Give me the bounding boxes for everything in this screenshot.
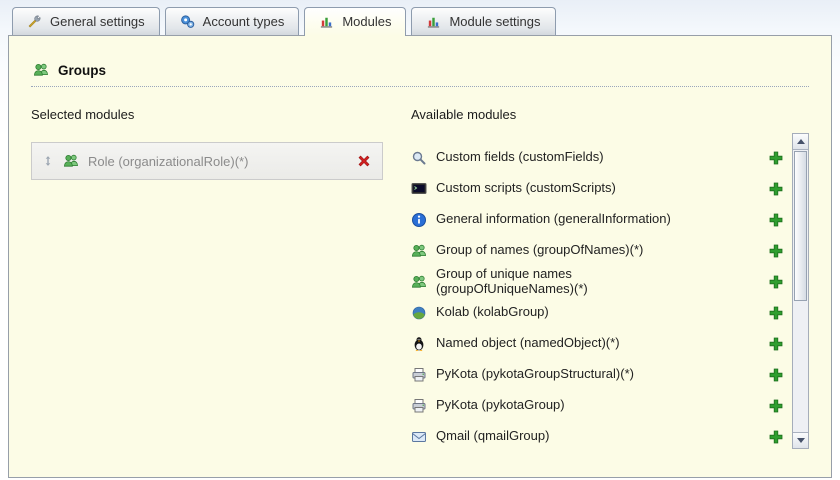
modules-panel: Groups Selected modules Role (organizati… [8, 35, 832, 478]
tab-modules[interactable]: Modules [304, 7, 407, 36]
printer-icon [411, 367, 427, 383]
tab-label: Module settings [449, 14, 541, 29]
available-modules-scrollbar[interactable] [792, 133, 809, 449]
chart-icon [319, 14, 334, 29]
available-module-row: Named object (namedObject)(*) [411, 328, 784, 359]
available-module-label: Group of unique names (groupOfUniqueName… [436, 265, 588, 296]
tools-icon [27, 14, 42, 29]
tab-module-settings[interactable]: Module settings [411, 7, 556, 35]
selected-module-label: Role (organizationalRole)(*) [88, 153, 249, 169]
add-module-icon[interactable] [768, 398, 784, 414]
group-icon [411, 274, 427, 290]
tab-label: General settings [50, 14, 145, 29]
available-module-row: Group of names (groupOfNames)(*) [411, 235, 784, 266]
available-module-label: Custom fields (customFields) [436, 149, 604, 165]
tab-account-types[interactable]: Account types [164, 7, 300, 35]
available-module-label: Custom scripts (customScripts) [436, 180, 616, 196]
penguin-icon [411, 336, 427, 352]
scrollbar-track[interactable] [793, 150, 808, 432]
add-module-icon[interactable] [768, 212, 784, 228]
section-header: Groups [31, 50, 809, 87]
add-module-icon[interactable] [768, 367, 784, 383]
info-icon [411, 212, 427, 228]
available-module-row: Qmail (qmailGroup) [411, 421, 784, 452]
remove-module-icon[interactable] [356, 153, 372, 169]
mail-icon [411, 429, 427, 445]
add-module-icon[interactable] [768, 181, 784, 197]
drag-handle-icon[interactable] [42, 154, 54, 168]
tab-label: Modules [342, 14, 392, 29]
available-module-label: Group of names (groupOfNames)(*) [436, 242, 644, 258]
available-module-row: Custom fields (customFields) [411, 142, 784, 173]
add-module-icon[interactable] [768, 336, 784, 352]
group-icon [411, 243, 427, 259]
available-module-row: Kolab (kolabGroup) [411, 297, 784, 328]
kolab-icon [411, 305, 427, 321]
available-module-label: Kolab (kolabGroup) [436, 304, 549, 320]
add-module-icon[interactable] [768, 150, 784, 166]
gears-icon [180, 14, 195, 29]
magnifier-icon [411, 150, 427, 166]
group-icon [63, 153, 79, 169]
available-module-row: PyKota (pykotaGroupStructural)(*) [411, 359, 784, 390]
selected-module-row[interactable]: Role (organizationalRole)(*) [31, 142, 383, 180]
printer-icon [411, 398, 427, 414]
tab-bar: General settings Account types Modules M… [0, 0, 840, 36]
arrow-down-icon [796, 438, 805, 443]
section-title: Groups [58, 62, 107, 78]
available-module-label: PyKota (pykotaGroupStructural)(*) [436, 366, 634, 382]
available-module-row: PyKota (pykotaGroup) [411, 390, 784, 421]
scrollbar-thumb[interactable] [794, 151, 807, 301]
available-module-row: Group of unique names (groupOfUniqueName… [411, 266, 784, 297]
tab-general-settings[interactable]: General settings [12, 7, 160, 35]
terminal-icon [411, 181, 427, 197]
add-module-icon[interactable] [768, 305, 784, 321]
tab-label: Account types [202, 14, 285, 29]
available-module-label: PyKota (pykotaGroup) [436, 397, 565, 413]
add-module-icon[interactable] [768, 274, 784, 290]
scrollbar-up-button[interactable] [793, 134, 808, 150]
scrollbar-down-button[interactable] [793, 432, 808, 448]
available-module-label: Qmail (qmailGroup) [436, 428, 550, 444]
available-module-label: Named object (namedObject)(*) [436, 335, 620, 351]
chart-icon [426, 14, 441, 29]
add-module-icon[interactable] [768, 243, 784, 259]
available-module-label: General information (generalInformation) [436, 211, 671, 227]
arrow-up-icon [796, 139, 805, 144]
available-module-row: General information (generalInformation) [411, 204, 784, 235]
available-modules-heading: Available modules [411, 107, 517, 122]
available-module-row: Custom scripts (customScripts) [411, 173, 784, 204]
add-module-icon[interactable] [768, 429, 784, 445]
group-icon [33, 62, 49, 78]
selected-modules-heading: Selected modules [31, 107, 135, 122]
